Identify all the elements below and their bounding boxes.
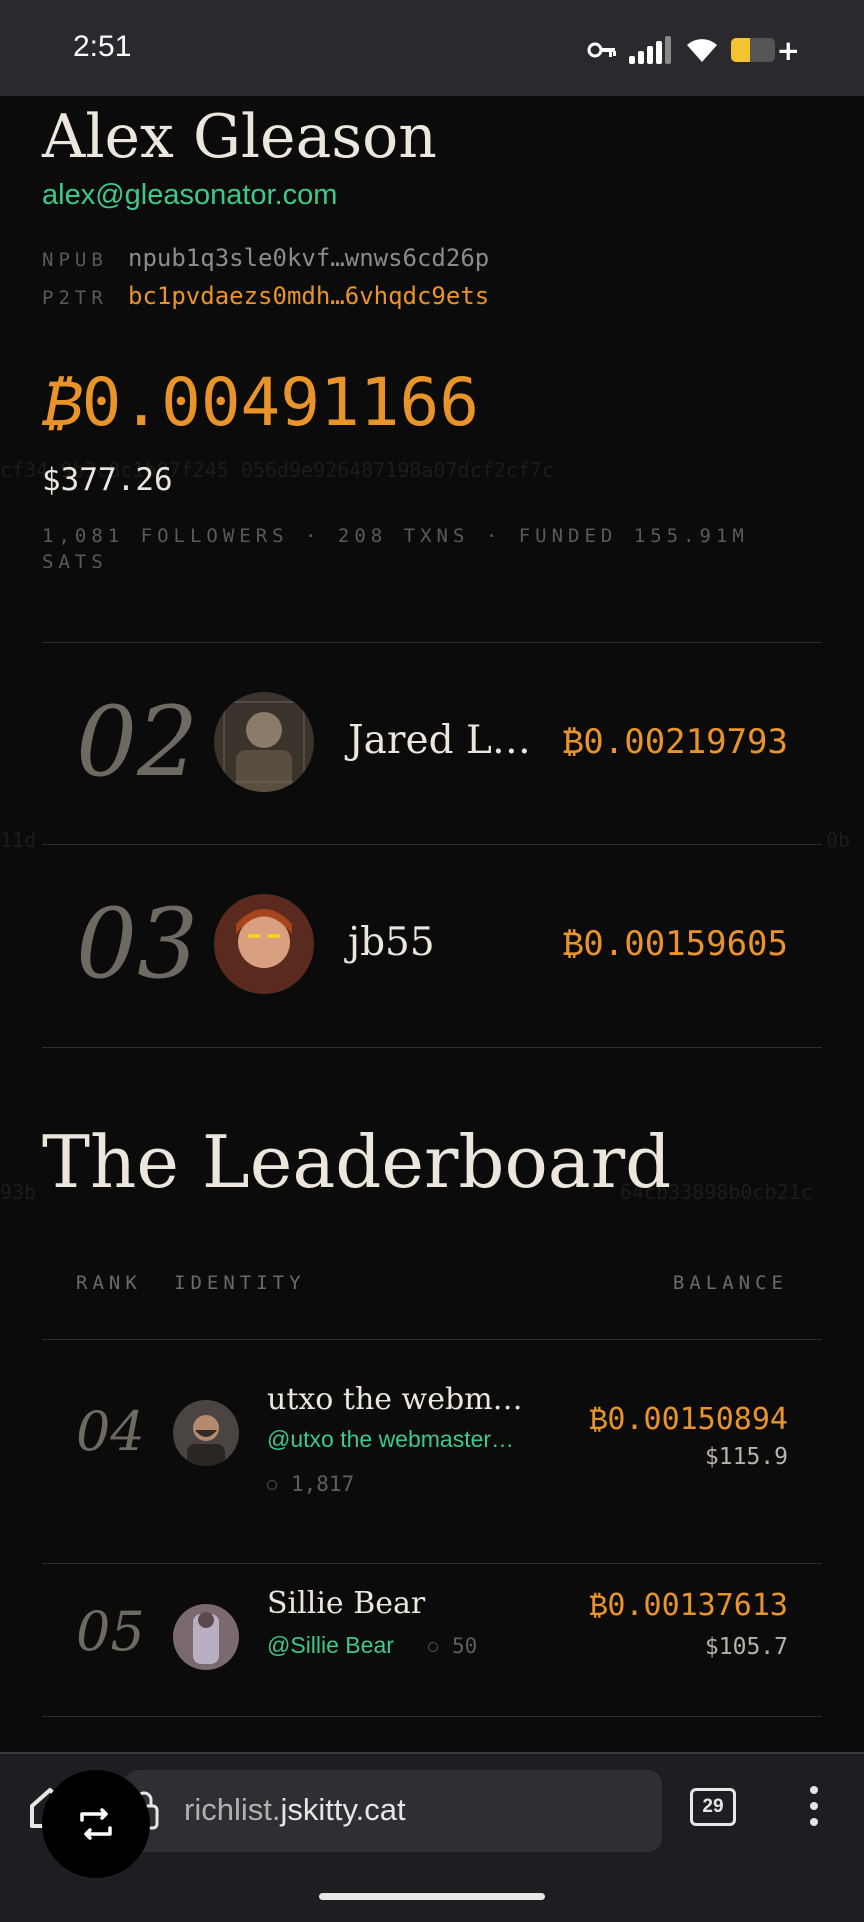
profile-nip05[interactable]: alex@gleasonator.com	[42, 179, 337, 212]
p2tr-row[interactable]: P2TR bc1pvdaezs0mdh…6vhqdc9ets	[42, 282, 489, 310]
profile-usd-balance: $377.26	[42, 462, 173, 498]
tab-switcher-button[interactable]: 29	[690, 1788, 736, 1826]
divider	[42, 1047, 822, 1048]
wifi-icon	[686, 39, 717, 62]
status-time: 2:51	[73, 30, 132, 63]
url-text[interactable]: richlist.jskitty.cat	[184, 1792, 406, 1828]
repost-button[interactable]	[42, 1770, 150, 1878]
signal-icon	[628, 36, 671, 64]
divider	[42, 1716, 822, 1717]
row-usd: $115.9	[704, 1444, 788, 1470]
row-rank: 04	[76, 1400, 145, 1463]
podium-balance: ₿0.00159605	[562, 924, 788, 964]
overflow-menu-icon[interactable]	[808, 1784, 820, 1828]
column-header-identity: IDENTITY	[174, 1272, 306, 1294]
vpn-key-icon	[587, 42, 616, 58]
background-hash: 93b	[0, 1180, 37, 1204]
avatar	[214, 894, 314, 994]
avatar	[214, 692, 314, 792]
followers-dot-icon	[428, 1642, 438, 1652]
p2tr-label: P2TR	[42, 287, 108, 309]
npub-label: NPUB	[42, 249, 108, 271]
repost-icon	[80, 1808, 112, 1840]
row-name: utxo the webm…	[267, 1382, 523, 1417]
background-hash: 11d	[0, 828, 37, 852]
gesture-bar[interactable]	[319, 1893, 545, 1900]
p2tr-value[interactable]: bc1pvdaezs0mdh…6vhqdc9ets	[128, 282, 489, 310]
profile-name: Alex Gleason	[42, 102, 437, 172]
table-row[interactable]: 04 utxo the webm… @utxo the webmaster… 1…	[42, 1340, 822, 1520]
btc-symbol: ₿	[42, 364, 82, 441]
podium-rank: 03	[76, 888, 199, 1000]
leaderboard-title: The Leaderboard	[42, 1120, 672, 1204]
podium-row[interactable]: 03 jb55 ₿0.00159605	[42, 844, 822, 1044]
battery-charging-icon	[730, 38, 775, 62]
row-handle[interactable]: @Sillie Bear	[267, 1632, 394, 1659]
podium-name: Jared L…	[348, 718, 531, 763]
npub-value[interactable]: npub1q3sle0kvf…wnws6cd26p	[128, 244, 489, 272]
npub-row[interactable]: NPUB npub1q3sle0kvf…wnws6cd26p	[42, 244, 489, 272]
podium-rank: 02	[76, 686, 199, 798]
row-rank: 05	[76, 1600, 145, 1663]
podium-row[interactable]: 02 Jared L… ₿0.00219793	[42, 642, 822, 842]
row-followers: 50	[428, 1634, 477, 1658]
btc-amount: 0.00491166	[81, 364, 479, 441]
row-followers: 1,817	[267, 1472, 354, 1496]
charging-plus-icon: +	[776, 33, 800, 67]
avatar	[173, 1604, 239, 1670]
podium-name: jb55	[348, 920, 435, 965]
status-bar: 2:51 +	[0, 0, 864, 96]
profile-btc-balance: ₿0.00491166	[42, 364, 479, 445]
row-handle[interactable]: @utxo the webmaster…	[267, 1426, 514, 1453]
row-balance: ₿0.00150894	[589, 1402, 788, 1437]
row-usd: $105.7	[704, 1634, 788, 1660]
profile-stats: 1,081 FOLLOWERS · 208 TXNS · FUNDED 155.…	[42, 525, 749, 573]
row-balance: ₿0.00137613	[589, 1588, 788, 1623]
followers-dot-icon	[267, 1480, 277, 1490]
column-header-balance: BALANCE	[672, 1272, 788, 1294]
podium-balance: ₿0.00219793	[562, 722, 788, 762]
background-hash: 0b	[826, 828, 851, 852]
table-row[interactable]: 05 Sillie Bear @Sillie Bear 50 ₿0.001376…	[42, 1564, 822, 1714]
row-name: Sillie Bear	[267, 1586, 426, 1621]
column-header-rank: RANK	[76, 1272, 142, 1294]
avatar	[173, 1400, 239, 1466]
